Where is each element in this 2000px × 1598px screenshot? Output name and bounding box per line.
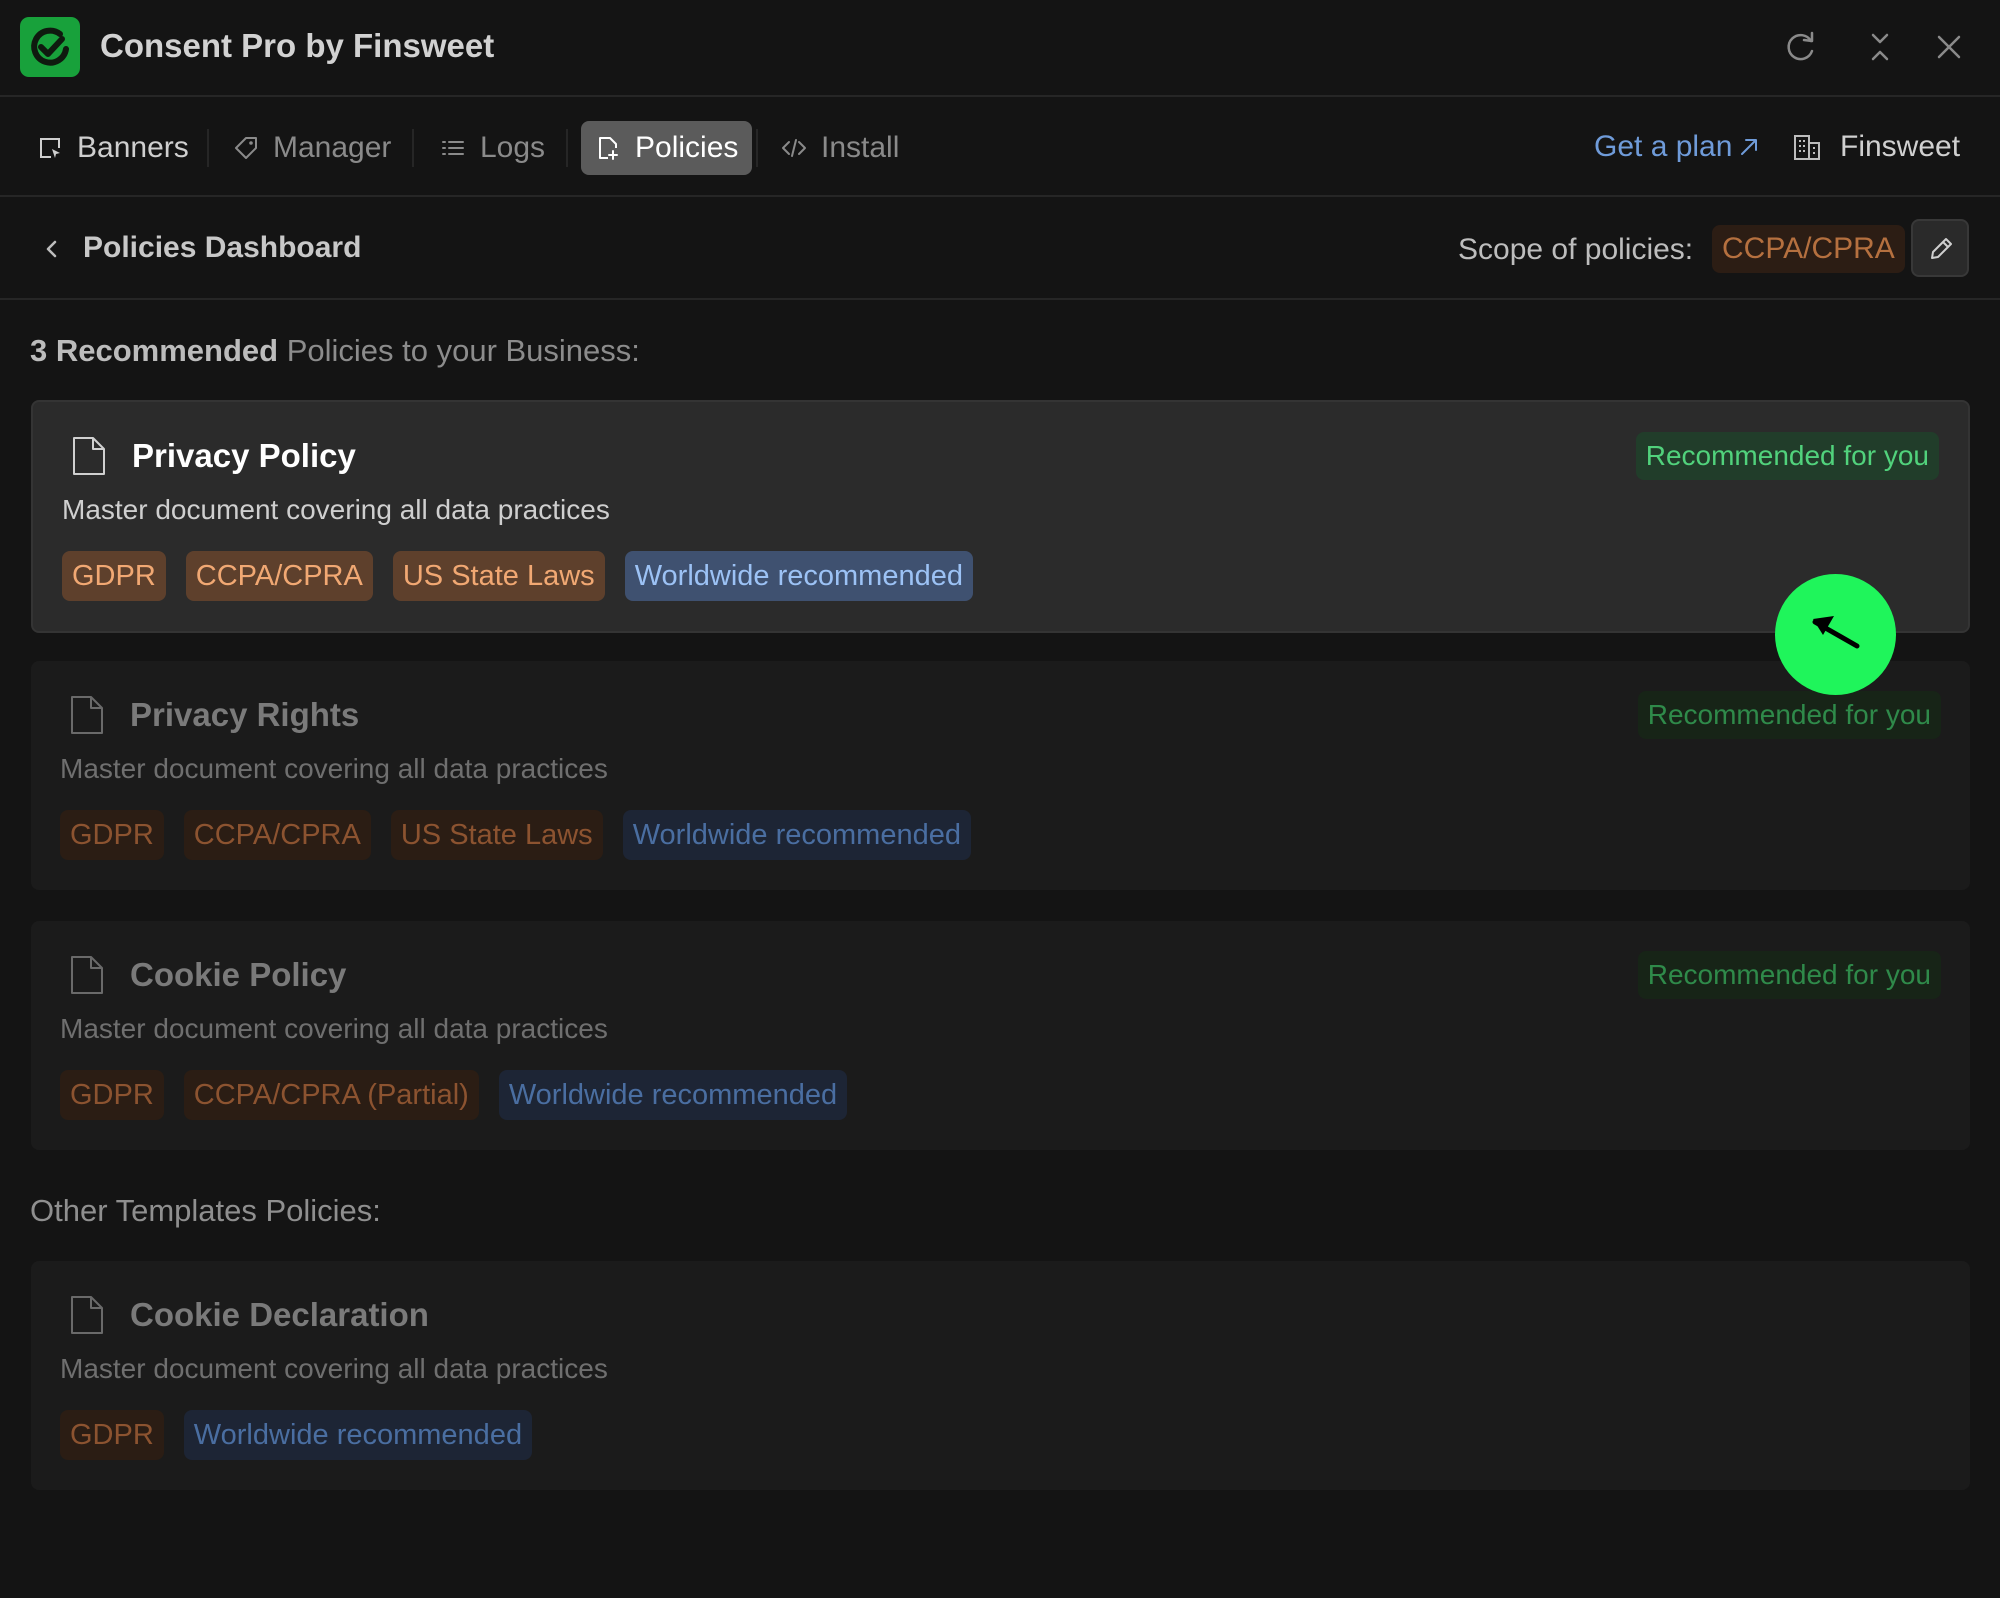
tag-us-state-laws: US State Laws bbox=[390, 810, 603, 860]
tag-worldwide: Worldwide recommended bbox=[183, 1410, 533, 1460]
tag-list: GDPR CCPA/CPRA US State Laws Worldwide r… bbox=[60, 810, 971, 860]
tab-divider bbox=[566, 129, 568, 167]
recommended-badge: Recommended for you bbox=[1637, 691, 1941, 739]
title-bar: Consent Pro by Finsweet bbox=[0, 0, 2000, 97]
scope-label: Scope of policies: bbox=[1458, 233, 1694, 266]
tag-worldwide: Worldwide recommended bbox=[498, 1070, 848, 1120]
tab-install[interactable]: Install bbox=[781, 121, 899, 175]
tab-divider bbox=[207, 129, 209, 167]
arrow-cursor-icon bbox=[1812, 616, 1860, 649]
policy-title: Cookie Declaration bbox=[130, 1296, 429, 1333]
tag-ccpa-cpra-partial: CCPA/CPRA (Partial) bbox=[183, 1070, 479, 1120]
document-plus-icon bbox=[599, 137, 618, 160]
document-icon bbox=[71, 956, 103, 994]
policy-description: Master document covering all data practi… bbox=[62, 494, 610, 525]
policy-title: Privacy Policy bbox=[132, 437, 356, 474]
tag-gdpr: GDPR bbox=[62, 551, 166, 601]
page-header: Policies Dashboard Scope of policies: CC… bbox=[0, 199, 2000, 300]
tab-label: Manager bbox=[273, 131, 392, 164]
document-icon bbox=[71, 696, 103, 734]
recommended-count: 3 Recommended bbox=[30, 333, 279, 368]
tag-list: GDPR Worldwide recommended bbox=[60, 1410, 533, 1460]
tag-list: GDPR CCPA/CPRA US State Laws Worldwide r… bbox=[62, 551, 973, 601]
policy-card-cookie-policy[interactable]: Cookie Policy Recommended for you Master… bbox=[31, 921, 1970, 1150]
other-templates-heading: Other Templates Policies: bbox=[30, 1193, 381, 1228]
tab-label: Install bbox=[821, 131, 900, 164]
close-icon[interactable] bbox=[1929, 27, 1969, 67]
cursor-highlight bbox=[1775, 574, 1896, 695]
tab-divider bbox=[756, 129, 758, 167]
check-logo-icon bbox=[20, 17, 80, 77]
policy-description: Master document covering all data practi… bbox=[60, 1013, 608, 1044]
back-button[interactable] bbox=[38, 235, 66, 263]
tag-ccpa-cpra: CCPA/CPRA bbox=[183, 810, 371, 860]
tab-manager[interactable]: Manager bbox=[233, 121, 391, 175]
policy-description: Master document covering all data practi… bbox=[60, 753, 608, 784]
page-title: Policies Dashboard bbox=[83, 231, 362, 264]
edit-scope-button[interactable] bbox=[1911, 219, 1969, 277]
scope-chip: CCPA/CPRA bbox=[1712, 225, 1905, 273]
list-icon bbox=[442, 141, 464, 155]
app-window: Consent Pro by Finsweet Banners Manager … bbox=[0, 0, 2000, 1598]
document-icon bbox=[71, 1296, 103, 1334]
tab-label: Policies bbox=[635, 131, 739, 164]
policy-description: Master document covering all data practi… bbox=[60, 1353, 608, 1384]
recommended-heading: 3 Recommended Policies to your Business: bbox=[30, 333, 640, 369]
tab-label: Logs bbox=[480, 131, 546, 164]
get-plan-link[interactable]: Get a plan bbox=[1594, 130, 1760, 164]
chevron-left-icon bbox=[46, 240, 57, 258]
policy-title: Privacy Rights bbox=[130, 696, 360, 733]
tab-divider bbox=[412, 129, 414, 167]
external-arrow-icon bbox=[1741, 139, 1758, 155]
policy-card-privacy-policy[interactable]: Privacy Policy Recommended for you Maste… bbox=[31, 400, 1970, 633]
tag-worldwide: Worldwide recommended bbox=[624, 551, 973, 601]
policy-card-cookie-declaration[interactable]: Cookie Declaration Master document cover… bbox=[31, 1261, 1970, 1490]
collapse-icon[interactable] bbox=[1860, 27, 1900, 67]
tag-list: GDPR CCPA/CPRA (Partial) Worldwide recom… bbox=[60, 1070, 848, 1120]
refresh-icon[interactable] bbox=[1780, 27, 1820, 67]
recommended-badge: Recommended for you bbox=[1637, 951, 1941, 999]
recommended-heading-text: Policies to your Business: bbox=[278, 333, 640, 368]
tab-policies[interactable]: Policies bbox=[581, 121, 753, 175]
code-icon bbox=[782, 139, 806, 157]
workspace-name: Finsweet bbox=[1840, 130, 1961, 163]
recommended-badge: Recommended for you bbox=[1635, 432, 1939, 480]
tag-us-state-laws: US State Laws bbox=[392, 551, 605, 601]
policy-title: Cookie Policy bbox=[130, 956, 347, 993]
tab-logs[interactable]: Logs bbox=[440, 121, 545, 175]
tag-worldwide: Worldwide recommended bbox=[622, 810, 971, 860]
workspace-switcher[interactable]: Finsweet bbox=[1792, 130, 1960, 164]
tag-icon bbox=[235, 137, 257, 159]
app-title: Consent Pro by Finsweet bbox=[100, 27, 495, 64]
tag-gdpr: GDPR bbox=[60, 810, 164, 860]
tag-gdpr: GDPR bbox=[60, 1410, 164, 1460]
tab-label: Banners bbox=[77, 131, 189, 164]
pencil-icon bbox=[1931, 238, 1952, 259]
tag-gdpr: GDPR bbox=[60, 1070, 164, 1120]
building-icon bbox=[1794, 135, 1820, 160]
policy-card-privacy-rights[interactable]: Privacy Rights Recommended for you Maste… bbox=[31, 661, 1970, 890]
document-icon bbox=[73, 437, 105, 475]
tab-banners[interactable]: Banners bbox=[37, 121, 189, 175]
tag-ccpa-cpra: CCPA/CPRA bbox=[185, 551, 373, 601]
get-plan-label: Get a plan bbox=[1594, 130, 1733, 163]
banner-icon bbox=[40, 138, 60, 158]
